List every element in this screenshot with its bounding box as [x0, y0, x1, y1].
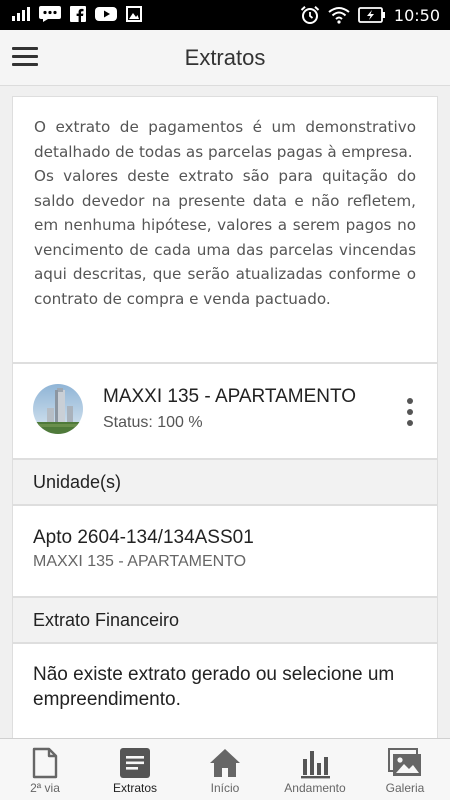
document-icon [32, 747, 58, 779]
unit-subtitle: MAXXI 135 - APARTAMENTO [33, 553, 247, 570]
financial-section-header: Extrato Financeiro [12, 597, 438, 643]
status-bar-time: 10:50 [393, 5, 440, 25]
youtube-icon [95, 7, 117, 21]
facebook-icon [70, 6, 86, 22]
list-icon [120, 748, 150, 778]
nav-item-extratos[interactable]: Extratos [90, 739, 180, 800]
financial-section-title: Extrato Financeiro [33, 610, 180, 630]
battery-icon [357, 7, 385, 23]
nav-label: Início [210, 781, 240, 795]
page-title: Extratos [184, 45, 266, 70]
intro-paragraph-2: Os valores deste extrato são para quitaç… [34, 167, 416, 308]
image-icon [126, 6, 142, 22]
nav-label: Extratos [112, 781, 157, 795]
content-area[interactable]: O extrato de pagamentos é um demonstrati… [0, 86, 450, 738]
bottom-navigation: 2ª via Extratos Início Andamento Galeria [0, 738, 450, 800]
chat-icon [39, 6, 61, 22]
status-bar-notifications [12, 6, 142, 22]
project-status: Status: 100 % [103, 414, 203, 431]
unit-list-item[interactable]: Apto 2604-134/134ASS01 MAXXI 135 - APART… [12, 505, 438, 597]
nav-item-inicio[interactable]: Início [180, 739, 270, 800]
nav-label: 2ª via [30, 781, 60, 795]
status-bar-system: 10:50 [300, 5, 440, 25]
alarm-icon [300, 6, 320, 24]
project-name: MAXXI 135 - APARTAMENTO [103, 386, 357, 407]
project-avatar [33, 384, 83, 434]
nav-label: Andamento [284, 781, 346, 795]
nav-item-andamento[interactable]: Andamento [270, 739, 360, 800]
units-section-title: Unidade(s) [33, 472, 122, 492]
unit-title: Apto 2604-134/134ASS01 [33, 527, 254, 548]
gallery-icon [388, 748, 421, 776]
nav-label: Galeria [385, 781, 425, 795]
more-vert-icon[interactable] [405, 398, 415, 426]
wifi-icon [328, 7, 350, 24]
units-section-header: Unidade(s) [12, 459, 438, 505]
intro-paragraph-1: O extrato de pagamentos é um demonstrati… [34, 118, 416, 161]
intro-card: O extrato de pagamentos é um demonstrati… [12, 96, 438, 363]
bar-chart-icon [301, 751, 330, 779]
nav-item-2a-via[interactable]: 2ª via [0, 739, 90, 800]
home-icon [210, 749, 240, 777]
signal-icon [12, 7, 30, 21]
app-bar: Extratos [0, 30, 450, 86]
project-card[interactable]: MAXXI 135 - APARTAMENTO Status: 100 % [12, 363, 438, 459]
financial-empty-message: Não existe extrato gerado ou selecione u… [33, 664, 395, 710]
financial-empty-state: Não existe extrato gerado ou selecione u… [12, 643, 438, 738]
status-bar: 10:50 [0, 0, 450, 30]
nav-item-galeria[interactable]: Galeria [360, 739, 450, 800]
